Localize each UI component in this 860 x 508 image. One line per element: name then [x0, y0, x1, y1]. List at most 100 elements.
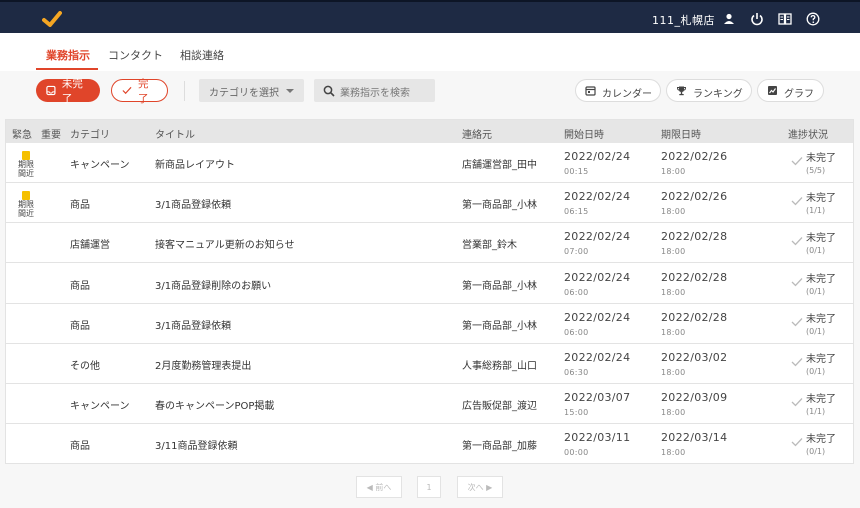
tab-contact[interactable]: コンタクト: [108, 47, 163, 63]
table-row[interactable]: 商品 3/1商品登録依頼 第一商品部_小林 2022/02/24 06:00 2022/0…: [6, 304, 853, 344]
logo-check-icon[interactable]: [42, 11, 62, 27]
status-label: 未完了: [806, 153, 836, 164]
title-cell[interactable]: 新商品レイアウト: [155, 156, 235, 171]
check-icon: [791, 197, 803, 206]
main-tabs: 業務指示 コンタクト 相談連絡: [0, 33, 860, 71]
deadline-time: 18:00: [661, 167, 686, 176]
calendar-button[interactable]: カレンダー: [575, 79, 661, 102]
table-row[interactable]: キャンペーン 春のキャンペーンPOP掲載 広告販促部_渡辺 2022/03/07 15:…: [6, 384, 853, 425]
search-input[interactable]: 業務指示を検索: [314, 79, 435, 102]
progress-count: (0/1): [806, 246, 826, 256]
table-row[interactable]: その他 2月度勤務管理表提出 人事総務部_山口 2022/02/24 06:30 2022…: [6, 344, 853, 384]
title-cell[interactable]: 接客マニュアル更新のお知らせ: [155, 236, 295, 251]
header-deadline[interactable]: 期限日時: [661, 126, 701, 141]
incomplete-filter-button[interactable]: 未完了: [36, 78, 100, 105]
tab-business-instructions[interactable]: 業務指示: [46, 47, 90, 63]
start-date: 2022/03/11: [564, 431, 631, 445]
header-important[interactable]: 重要: [41, 126, 61, 141]
deadline-date: 2022/02/28: [661, 230, 728, 244]
trophy-icon: [676, 86, 687, 96]
deadline-soon-label: 期限間近: [18, 200, 34, 219]
progress-count: (0/1): [806, 326, 826, 336]
start-date: 2022/02/24: [564, 150, 631, 163]
table-row[interactable]: 商品 3/1商品登録削除のお願い 第一商品部_小林 2022/02/24 06:00 20…: [6, 264, 853, 304]
status-label: 未完了: [806, 273, 836, 285]
title-cell[interactable]: 3/11商品登録依頼: [155, 437, 237, 452]
deadline-time: 18:00: [661, 247, 686, 257]
status-label: 未完了: [806, 434, 836, 446]
badge-marker: [22, 191, 30, 201]
deadline-date: 2022/02/26: [661, 150, 728, 163]
pager-next-button[interactable]: 次へ ▶: [457, 476, 503, 498]
pager-page-number[interactable]: 1: [417, 476, 441, 498]
deadline-time: 18:00: [661, 327, 686, 337]
incomplete-filter-label: 未完了: [61, 77, 83, 105]
start-time: 00:15: [564, 167, 589, 176]
category-cell: 商品: [70, 200, 90, 212]
header-contact[interactable]: 連絡元: [462, 126, 492, 141]
check-icon: [791, 317, 803, 327]
book-icon[interactable]: [778, 12, 792, 26]
category-select-label: カテゴリを選択: [209, 88, 279, 99]
task-table: 緊急 重要 カテゴリ タイトル 連絡元 開始日時 期限日時 進捗状況 期限間近キ…: [5, 119, 854, 465]
pager-prev-button[interactable]: ◀ 前へ: [356, 476, 402, 498]
inbox-icon: [46, 85, 56, 96]
table-row[interactable]: 商品 3/11商品登録依頼 第一商品部_加藤 2022/03/11 00:00 2022/…: [6, 424, 853, 465]
category-cell: キャンペーン: [70, 401, 130, 413]
deadline-soon-icon: 期限間近: [16, 151, 36, 181]
contact-cell: 営業部_鈴木: [462, 240, 517, 252]
filter-toolbar: 未完了 完了 カテゴリを選択 業務指示を検索 カレンダー ランキング グラフ: [0, 71, 860, 119]
ranking-button[interactable]: ランキング: [666, 79, 752, 102]
contact-cell: 人事総務部_山口: [462, 361, 537, 372]
status-label: 未完了: [806, 233, 836, 245]
search-placeholder: 業務指示を検索: [340, 88, 410, 99]
contact-cell: 店舗運営部_田中: [462, 160, 537, 171]
status-label: 未完了: [806, 193, 836, 205]
start-date: 2022/02/24: [564, 310, 631, 324]
calendar-label: カレンダー: [602, 89, 652, 100]
header-progress[interactable]: 進捗状況: [788, 126, 828, 141]
contact-cell: 第一商品部_小林: [462, 200, 537, 212]
header-urgent[interactable]: 緊急: [12, 126, 32, 141]
category-select[interactable]: カテゴリを選択: [199, 79, 304, 102]
progress-count: (1/1): [806, 206, 826, 216]
graph-button[interactable]: グラフ: [757, 79, 824, 102]
deadline-soon-label: 期限間近: [18, 160, 34, 178]
complete-filter-button[interactable]: 完了: [111, 78, 168, 105]
deadline-date: 2022/02/28: [661, 270, 728, 284]
start-time: 15:00: [564, 408, 589, 418]
check-icon: [122, 86, 132, 95]
active-tab-indicator: [36, 68, 98, 70]
title-cell[interactable]: 3/1商品登録依頼: [155, 317, 231, 332]
user-icon[interactable]: [722, 12, 736, 26]
start-time: 07:00: [564, 247, 589, 257]
progress-count: (0/1): [806, 286, 826, 296]
start-time: 06:30: [564, 368, 589, 377]
calendar-icon: [585, 86, 596, 96]
chart-icon: [768, 86, 777, 95]
start-date: 2022/03/07: [564, 391, 631, 405]
start-time: 06:00: [564, 327, 589, 337]
title-cell[interactable]: 春のキャンペーンPOP掲載: [155, 397, 274, 412]
check-icon: [791, 438, 803, 447]
status-label: 未完了: [806, 354, 836, 365]
category-cell: 商品: [70, 441, 90, 453]
help-icon[interactable]: [806, 12, 820, 26]
complete-filter-label: 完了: [137, 77, 149, 105]
title-cell[interactable]: 3/1商品登録削除のお願い: [155, 277, 271, 292]
store-name[interactable]: 111_札幌店: [652, 12, 715, 28]
table-row[interactable]: 期限間近 商品 3/1商品登録依頼 第一商品部_小林 2022/02/24 06:15 20…: [6, 183, 853, 224]
table-row[interactable]: 店舗運営 接客マニュアル更新のお知らせ 営業部_鈴木 2022/02/24 07:00 2…: [6, 223, 853, 264]
deadline-time: 18:00: [661, 287, 686, 297]
power-icon[interactable]: [750, 12, 764, 26]
table-row[interactable]: 期限間近 キャンペーン 新商品レイアウト 店舗運営部_田中 2022/02/24 00:1…: [6, 143, 853, 183]
badge-marker: [22, 151, 30, 160]
header-start[interactable]: 開始日時: [564, 126, 604, 141]
header-category[interactable]: カテゴリ: [70, 126, 110, 141]
start-time: 06:15: [564, 207, 589, 217]
check-icon: [791, 398, 803, 407]
title-cell[interactable]: 2月度勤務管理表提出: [155, 357, 251, 372]
title-cell[interactable]: 3/1商品登録依頼: [155, 196, 231, 211]
tab-consultation[interactable]: 相談連絡: [180, 47, 224, 63]
header-title[interactable]: タイトル: [155, 126, 195, 141]
